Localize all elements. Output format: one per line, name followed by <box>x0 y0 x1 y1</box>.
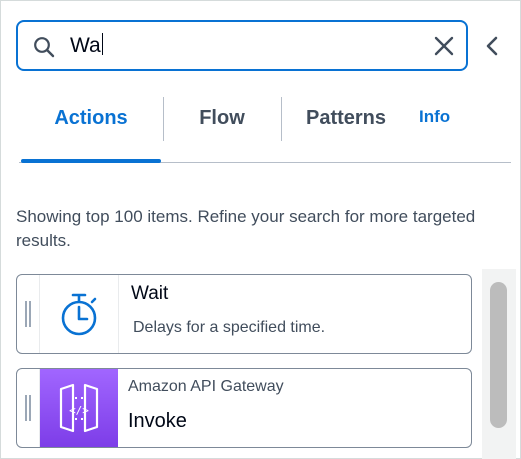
drag-handle[interactable] <box>17 275 40 353</box>
scrollbar-thumb[interactable] <box>490 282 507 428</box>
item-service-label: Amazon API Gateway <box>128 378 284 395</box>
search-icon <box>34 37 55 58</box>
list-item-wait[interactable]: Wait Delays for a specified time. <box>16 274 472 354</box>
tab-patterns[interactable]: Patterns <box>281 93 411 143</box>
list-item-api-gateway-invoke[interactable]: </> Amazon API Gateway Invoke <box>16 368 472 448</box>
drag-handle[interactable] <box>17 369 40 447</box>
active-tab-indicator <box>21 159 161 163</box>
wait-icon-box <box>40 275 119 353</box>
timer-icon <box>61 293 97 336</box>
api-gateway-icon-box: </> <box>40 369 118 447</box>
tab-flow[interactable]: Flow <box>164 93 280 143</box>
tab-list: Actions Flow Patterns Info <box>19 93 511 163</box>
text-caret <box>101 33 104 55</box>
close-icon[interactable] <box>432 34 456 58</box>
item-description: Delays for a specified time. <box>133 319 326 336</box>
info-link[interactable]: Info <box>419 93 450 141</box>
results-note: Showing top 100 items. Refine your searc… <box>16 207 476 250</box>
api-gateway-icon: </> <box>59 383 99 433</box>
search-input[interactable]: Wa <box>70 33 104 59</box>
chevron-left-icon[interactable] <box>483 34 501 58</box>
states-browser-panel: Wa Actions Flow Patterns Info Showing to… <box>0 0 521 459</box>
item-title: Invoke <box>128 410 187 432</box>
svg-text:</>: </> <box>69 404 89 417</box>
item-title: Wait <box>131 283 169 304</box>
search-field[interactable]: Wa <box>16 20 468 71</box>
tab-actions[interactable]: Actions <box>21 93 161 143</box>
